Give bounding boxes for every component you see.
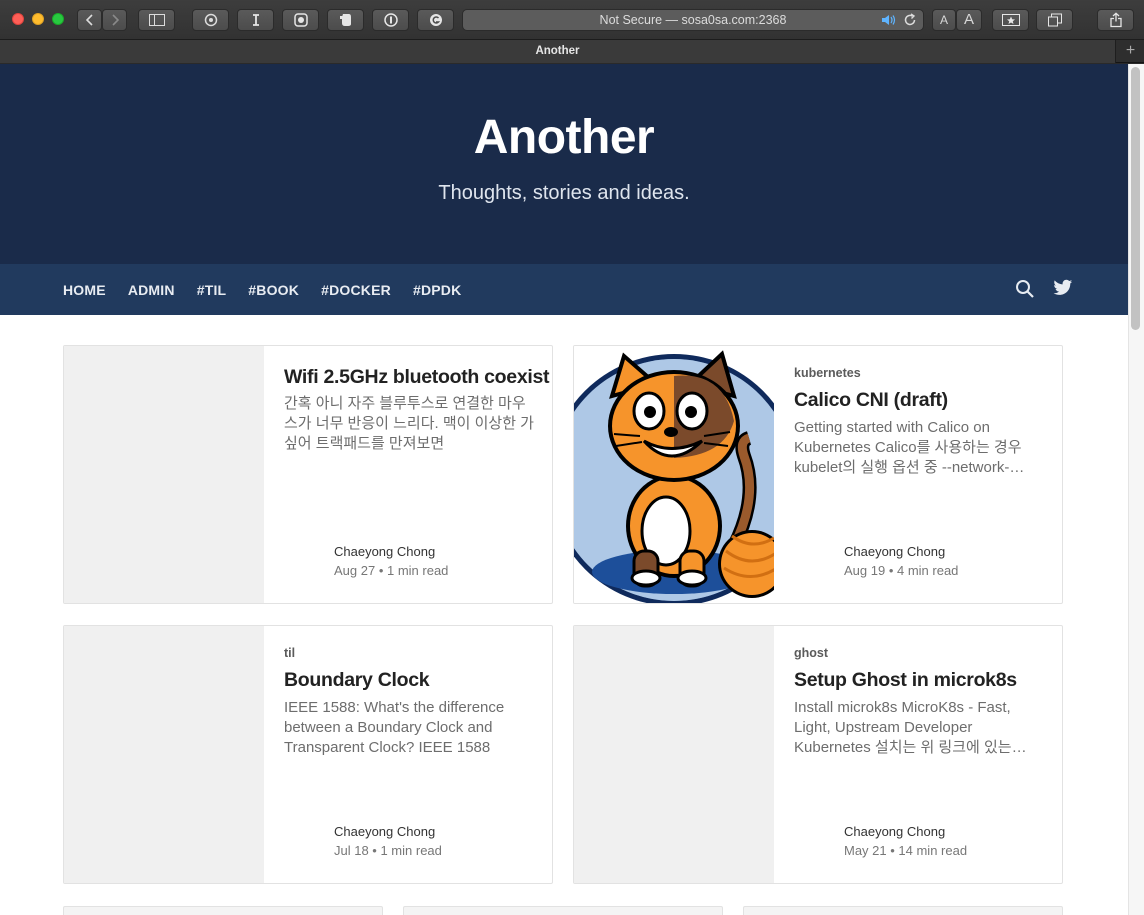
chevron-left-icon: [85, 14, 93, 26]
post-author[interactable]: Chaeyong Chong: [844, 824, 945, 839]
address-text: Not Secure — sosa0sa.com:2368: [599, 13, 787, 27]
text-cursor-icon: [252, 14, 259, 26]
post-tag[interactable]: til: [284, 646, 295, 660]
tab-active[interactable]: Another: [0, 40, 1116, 63]
post-image-placeholder: [64, 626, 264, 883]
nav-item-docker[interactable]: #Docker: [321, 282, 391, 298]
nav-item-dpdk[interactable]: #DPDK: [413, 282, 461, 298]
post-image-placeholder: [574, 626, 774, 883]
password-button[interactable]: [372, 9, 409, 31]
site-header: Another Thoughts, stories and ideas.: [0, 64, 1128, 264]
sidebar-icon: [148, 14, 165, 26]
post-content: ghost Setup Ghost in microk8s Install mi…: [794, 626, 1044, 883]
post-excerpt: 간혹 아니 자주 블루투스로 연결한 마우스가 너무 반응이 느리다. 맥이 이…: [284, 395, 534, 452]
star-box-icon: [1001, 14, 1020, 26]
nav-item-til[interactable]: #TIL: [197, 282, 227, 298]
cat-illustration: [574, 350, 800, 603]
font-smaller-label: A: [939, 13, 948, 27]
post-excerpt: Install microk8s MicroK8s - Fast, Light,…: [794, 699, 1012, 756]
nav-icons: [1015, 279, 1073, 299]
sidebar-button[interactable]: [138, 9, 175, 31]
post-meta: Aug 27 • 1 min read: [334, 563, 449, 578]
extension-2-button[interactable]: [237, 9, 274, 31]
post-excerpt: IEEE 1588: What's the difference between…: [284, 699, 505, 756]
post-content: Wifi 2.5GHz bluetooth coexist 간혹 아니 자주 블…: [284, 346, 550, 603]
post-tag[interactable]: kubernetes: [794, 366, 861, 380]
share-icon: [1109, 12, 1122, 28]
post-card[interactable]: ghost Setup Ghost in microk8s Install mi…: [573, 625, 1063, 884]
nav-item-home[interactable]: Home: [63, 282, 106, 298]
reload-icon[interactable]: [903, 13, 917, 27]
grammarly-button[interactable]: [417, 9, 454, 31]
tab-bar: Another +: [0, 40, 1144, 63]
post-card[interactable]: kubernetes Calico CNI (draft) Getting st…: [573, 345, 1063, 604]
post-meta: Aug 19 • 4 min read: [844, 563, 959, 578]
font-larger-label: A: [963, 11, 974, 28]
extension-3-button[interactable]: [282, 9, 319, 31]
search-icon[interactable]: [1015, 279, 1035, 299]
post-title[interactable]: Setup Ghost in microk8s: [794, 669, 1017, 692]
post-author[interactable]: Chaeyong Chong: [844, 544, 945, 559]
post-card[interactable]: til Boundary Clock IEEE 1588: What's the…: [63, 625, 553, 884]
post-card[interactable]: Wifi 2.5GHz bluetooth coexist 간혹 아니 자주 블…: [63, 345, 553, 604]
post-card-partial[interactable]: [743, 906, 1063, 915]
post-excerpt: Getting started with Calico on Kubernete…: [794, 419, 1025, 476]
post-card-partial[interactable]: [403, 906, 723, 915]
site-description: Thoughts, stories and ideas.: [438, 182, 690, 204]
new-tab-button[interactable]: +: [1117, 40, 1144, 63]
extension-1-button[interactable]: [192, 9, 229, 31]
post-title[interactable]: Calico CNI (draft): [794, 389, 948, 412]
record-icon: [293, 13, 308, 27]
back-button[interactable]: [77, 9, 102, 31]
post-title[interactable]: Boundary Clock: [284, 669, 430, 692]
post-author[interactable]: Chaeyong Chong: [334, 824, 435, 839]
keyhole-icon: [383, 13, 398, 27]
post-tag[interactable]: ghost: [794, 646, 828, 660]
zoom-window-button[interactable]: [52, 13, 64, 25]
tabs-icon: [1047, 13, 1062, 27]
elephant-icon: [339, 14, 351, 26]
speaker-icon[interactable]: [881, 14, 897, 26]
nav-list: Home Admin #TIL #Book #Docker #DPDK: [63, 264, 483, 315]
chevron-right-icon: [111, 14, 119, 26]
nav-item-admin[interactable]: Admin: [128, 282, 175, 298]
tab-title: Another: [535, 45, 580, 57]
browser-titlebar: Not Secure — sosa0sa.com:2368 A A: [0, 0, 1144, 40]
nav-item-book[interactable]: #Book: [248, 282, 299, 298]
close-window-button[interactable]: [12, 13, 24, 25]
site-title[interactable]: Another: [0, 110, 1128, 165]
g-circle-icon: [429, 14, 442, 26]
swirl-icon: [204, 13, 217, 27]
forward-button[interactable]: [102, 9, 127, 31]
address-bar[interactable]: Not Secure — sosa0sa.com:2368: [462, 9, 924, 31]
twitter-icon[interactable]: [1053, 279, 1073, 297]
font-larger-button[interactable]: A: [956, 9, 982, 31]
post-title[interactable]: Wifi 2.5GHz bluetooth coexist: [284, 366, 550, 389]
post-content: kubernetes Calico CNI (draft) Getting st…: [794, 346, 1044, 603]
bookmark-button[interactable]: [992, 9, 1029, 31]
scrollbar-thumb[interactable]: [1131, 67, 1140, 330]
evernote-button[interactable]: [327, 9, 364, 31]
minimize-window-button[interactable]: [32, 13, 44, 25]
share-button[interactable]: [1097, 9, 1134, 31]
plus-icon: +: [1125, 42, 1136, 59]
post-content: til Boundary Clock IEEE 1588: What's the…: [284, 626, 534, 883]
tab-overview-button[interactable]: [1036, 9, 1073, 31]
font-smaller-button[interactable]: A: [932, 9, 956, 31]
post-meta: May 21 • 14 min read: [844, 843, 968, 858]
page-viewport: Another Thoughts, stories and ideas. Hom…: [0, 64, 1128, 915]
post-image: [574, 346, 800, 603]
post-meta: Jul 18 • 1 min read: [334, 843, 442, 858]
site-nav: Home Admin #TIL #Book #Docker #DPDK: [0, 264, 1128, 315]
post-author[interactable]: Chaeyong Chong: [334, 544, 435, 559]
post-card-partial[interactable]: [63, 906, 383, 915]
post-image-placeholder: [64, 346, 264, 603]
